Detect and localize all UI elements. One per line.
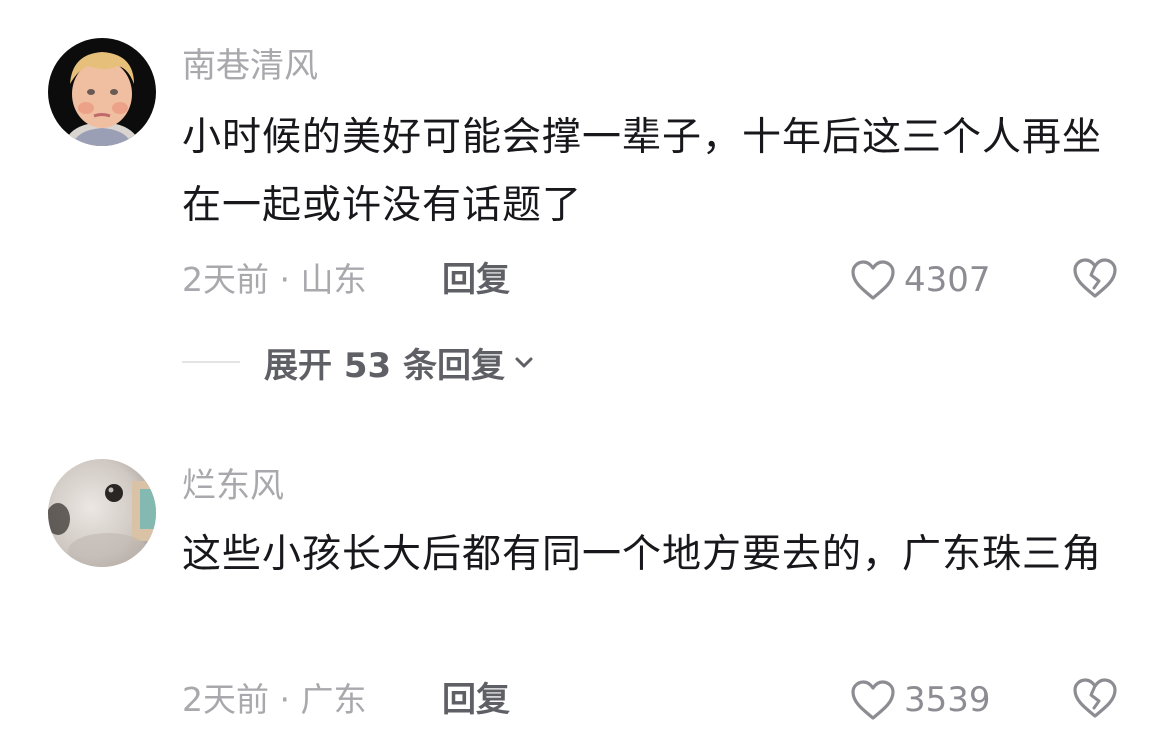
comment-meta: 2天前 · 山东 [182,260,367,299]
like-button[interactable]: 3539 [850,677,991,723]
avatar[interactable] [48,459,156,567]
like-count: 4307 [904,260,991,300]
divider-line [182,361,240,363]
like-button[interactable]: 4307 [850,257,991,303]
reply-button[interactable]: 回复 [442,680,510,720]
broken-heart-icon [1073,258,1117,298]
comment-text: 小时候的美好可能会撑一辈子，十年后这三个人再坐在一起或许没有话题了 [182,115,1103,228]
expand-replies-button[interactable]: 展开 53 条回复 [182,340,535,386]
like-count: 3539 [904,680,991,720]
dog-avatar-icon [48,459,156,567]
username[interactable]: 烂东风 [182,466,284,506]
avatar[interactable] [48,38,156,146]
comment-text: 这些小孩长大后都有同一个地方要去的，广东珠三角 [182,532,1103,577]
chevron-down-icon [515,357,533,368]
broken-heart-icon [1073,678,1117,718]
dislike-button[interactable] [1072,257,1118,303]
username[interactable]: 南巷清风 [182,46,318,86]
expand-replies-label: 展开 53 条回复 [264,345,505,386]
heart-icon [851,260,895,300]
reply-button[interactable]: 回复 [442,260,510,300]
heart-icon [851,680,895,720]
child-avatar-icon [48,38,156,146]
dislike-button[interactable] [1072,677,1118,723]
comment-meta: 2天前 · 广东 [182,680,367,719]
